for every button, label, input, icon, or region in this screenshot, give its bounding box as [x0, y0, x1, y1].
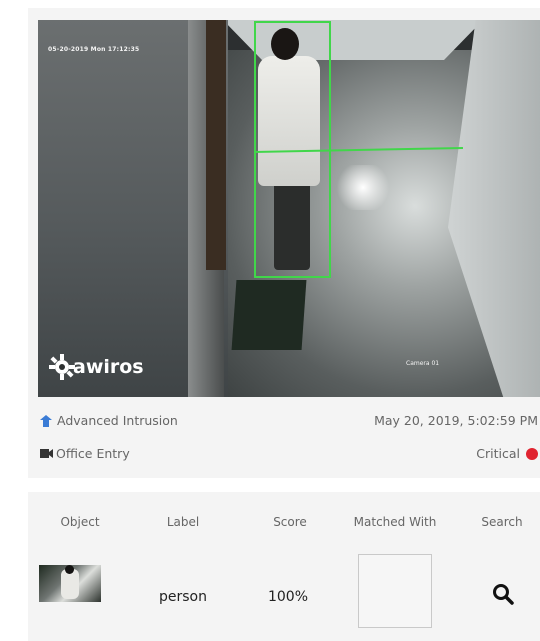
video-camera-icon	[40, 449, 53, 458]
header-label: Label	[166, 515, 200, 529]
alert-location-label: Office Entry	[56, 446, 130, 461]
intrusion-icon	[40, 414, 52, 427]
floor-mat	[231, 280, 307, 350]
severity-label: Critical	[476, 446, 520, 461]
object-thumbnail[interactable]	[39, 565, 101, 602]
detection-table: Object Label Score Matched With Search p…	[28, 492, 540, 641]
alert-severity: Critical	[476, 446, 538, 461]
search-icon	[493, 584, 514, 605]
camera-frame[interactable]: 05-20-2019 Mon 17:12:35 Camera 01 awiros	[38, 20, 540, 397]
alert-location: Office Entry	[40, 446, 130, 461]
severity-indicator	[526, 447, 538, 460]
row-label: person	[159, 589, 207, 605]
brand-logo: awiros	[48, 352, 144, 382]
alert-type-label: Advanced Intrusion	[57, 413, 178, 428]
matched-with-placeholder[interactable]	[358, 554, 432, 628]
gear-icon	[49, 354, 75, 380]
light-reflection	[333, 165, 393, 210]
header-search: Search	[481, 515, 523, 529]
search-button[interactable]	[489, 580, 517, 608]
alert-type: Advanced Intrusion	[40, 413, 178, 428]
header-score: Score	[273, 515, 307, 529]
door	[206, 20, 226, 270]
row-score: 100%	[267, 589, 309, 605]
header-object: Object	[60, 515, 100, 529]
alert-datetime: May 20, 2019, 5:02:59 PM	[374, 413, 538, 428]
logo-text: awiros	[73, 356, 144, 378]
camera-label: Camera 01	[406, 360, 440, 367]
video-timestamp: 05-20-2019 Mon 17:12:35	[48, 46, 140, 53]
thumbnail-person-head	[65, 565, 74, 574]
header-matched-with: Matched With	[353, 515, 437, 529]
